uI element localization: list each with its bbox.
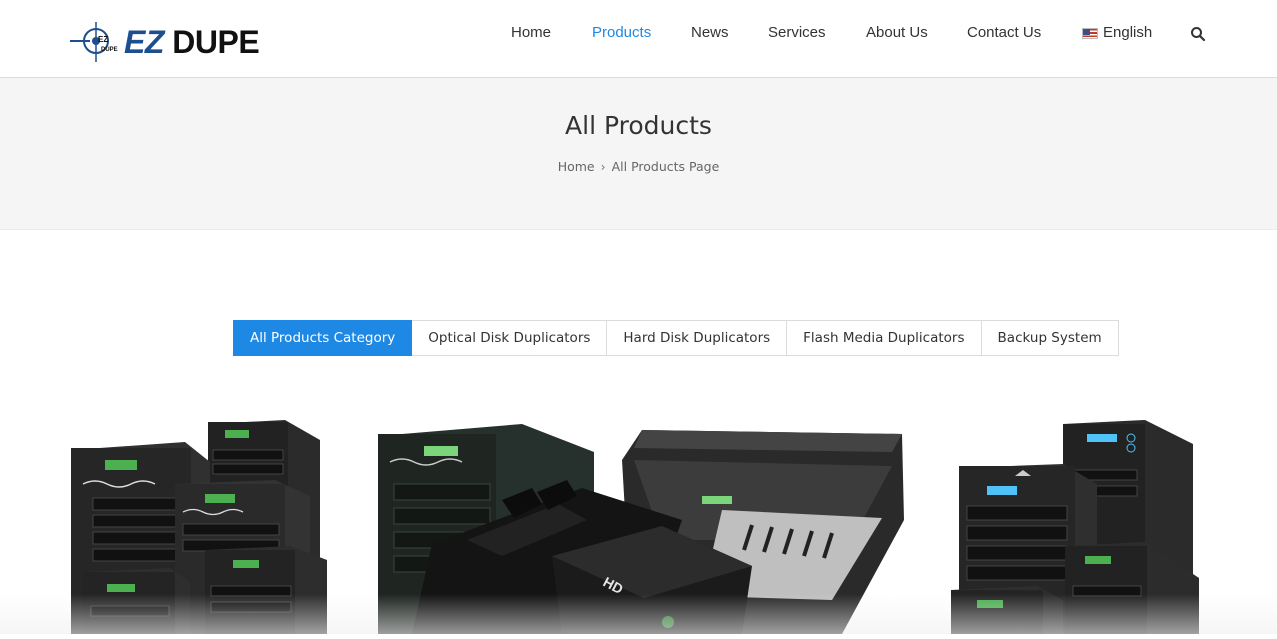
site-header: EZ DUPE EZ DUPE Home Products News Servi… (0, 0, 1277, 78)
tab-hard-disk-duplicators[interactable]: Hard Disk Duplicators (607, 320, 788, 356)
page-title: All Products (565, 111, 712, 140)
nav-about-us[interactable]: About Us (866, 22, 928, 44)
nav-home[interactable]: Home (511, 22, 551, 44)
nav-contact-us[interactable]: Contact Us (967, 22, 1041, 44)
language-selector[interactable]: English (1082, 22, 1152, 44)
nav-services[interactable]: Services (768, 22, 826, 44)
nav-news[interactable]: News (691, 22, 729, 44)
brand-name-dupe: DUPE (163, 24, 260, 60)
brand-name: EZ DUPE (124, 24, 260, 61)
breadcrumb-separator: › (600, 159, 606, 174)
product-category-tabs: All Products Category Optical Disk Dupli… (233, 320, 1119, 356)
svg-text:EZ: EZ (98, 35, 108, 44)
us-flag-icon (1082, 27, 1098, 39)
product-gallery: HD (0, 400, 1277, 634)
gallery-fade (0, 594, 1277, 634)
tab-backup-system[interactable]: Backup System (981, 320, 1119, 356)
tab-optical-disk-duplicators[interactable]: Optical Disk Duplicators (412, 320, 608, 356)
language-label: English (1103, 24, 1153, 41)
page-title-band: All Products Home › All Products Page (0, 78, 1277, 230)
breadcrumb: Home › All Products Page (0, 159, 1277, 174)
brand-name-ez: EZ (124, 24, 164, 60)
nav-products[interactable]: Products (592, 22, 651, 44)
breadcrumb-current: All Products Page (611, 159, 720, 174)
svg-text:DUPE: DUPE (101, 47, 118, 53)
ez-dupe-logo-icon: EZ DUPE (70, 22, 118, 62)
tab-flash-media-duplicators[interactable]: Flash Media Duplicators (787, 320, 982, 356)
ez-dupe-logo[interactable]: EZ DUPE EZ DUPE (70, 18, 260, 64)
search-icon[interactable] (1190, 26, 1206, 42)
breadcrumb-home-link[interactable]: Home (558, 159, 595, 174)
tab-all-products-category[interactable]: All Products Category (233, 320, 413, 356)
